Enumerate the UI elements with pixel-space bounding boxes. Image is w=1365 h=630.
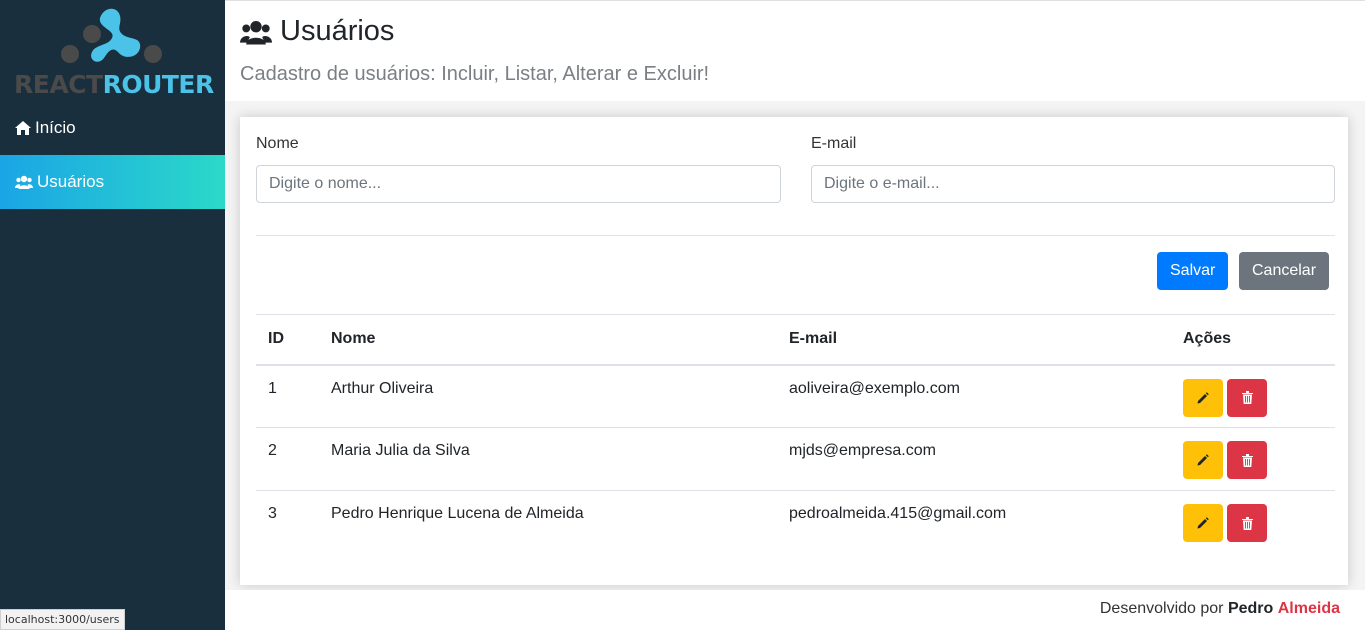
- save-button[interactable]: Salvar: [1157, 252, 1229, 290]
- cell-id: 1: [268, 379, 277, 397]
- delete-button[interactable]: [1227, 441, 1267, 479]
- page-header: Usuários Cadastro de usuários: Incluir, …: [225, 0, 1365, 101]
- trash-icon: [1241, 453, 1253, 467]
- name-input[interactable]: [256, 165, 781, 203]
- table-row: 3 Pedro Henrique Lucena de Almeida pedro…: [256, 490, 1335, 554]
- cell-email: aoliveira@exemplo.com: [789, 379, 960, 397]
- footer-first-name: Pedro: [1227, 600, 1274, 617]
- sidebar-item-label: Usuários: [37, 172, 105, 191]
- form-divider: [256, 235, 1335, 236]
- page-title-text: Usuários: [280, 15, 395, 47]
- sidebar-item-label: Início: [35, 118, 76, 137]
- delete-button[interactable]: [1227, 378, 1267, 417]
- sidebar-item-inicio[interactable]: Início: [0, 101, 225, 155]
- cell-email: mjds@empresa.com: [777, 427, 1171, 491]
- page-subtitle: Cadastro de usuários: Incluir, Listar, A…: [240, 63, 710, 85]
- edit-button[interactable]: [1183, 378, 1223, 417]
- name-label: Nome: [256, 135, 299, 152]
- home-icon: [15, 121, 31, 135]
- delete-button[interactable]: [1227, 504, 1267, 542]
- pencil-icon: [1197, 517, 1209, 529]
- pencil-icon: [1197, 391, 1209, 403]
- users-card: Nome E-mail Salvar Cancelar ID Nome E-ma…: [240, 117, 1348, 585]
- footer-last-name: Almeida: [1277, 600, 1340, 617]
- cell-actions: [1171, 427, 1335, 491]
- cell-name: Arthur Oliveira: [331, 379, 434, 397]
- edit-button[interactable]: [1183, 504, 1223, 542]
- email-label: E-mail: [811, 135, 857, 152]
- footer-prefix: Desenvolvido por: [1099, 600, 1224, 617]
- footer-credit: Desenvolvido por Pedro Almeida: [1100, 600, 1340, 618]
- browser-status-url: localhost:3000/users: [0, 609, 125, 630]
- cell-email: pedroalmeida.415@gmail.com: [777, 490, 1171, 554]
- email-input[interactable]: [811, 165, 1335, 203]
- column-header-id: ID: [256, 314, 319, 366]
- footer: Desenvolvido por Pedro Almeida: [225, 590, 1365, 630]
- main-content: Nome E-mail Salvar Cancelar ID Nome E-ma…: [225, 101, 1365, 590]
- cell-actions: [1171, 365, 1335, 428]
- cell-id: 2: [256, 427, 319, 491]
- cancel-button[interactable]: Cancelar: [1239, 252, 1330, 290]
- page-title: Usuários: [240, 15, 394, 48]
- table-header-row: ID Nome E-mail Ações: [256, 314, 1335, 366]
- logo-text: REACTROUTER: [14, 70, 214, 99]
- trash-icon: [1241, 391, 1253, 404]
- users-table: ID Nome E-mail Ações 1 Arthur Oliveira a…: [256, 314, 1335, 554]
- sidebar: REACTROUTER Início Usuários: [0, 0, 225, 630]
- logo[interactable]: REACTROUTER: [0, 0, 225, 101]
- cell-name: Maria Julia da Silva: [319, 427, 777, 491]
- column-header-actions: Ações: [1171, 314, 1335, 366]
- cell-actions: [1171, 490, 1335, 554]
- column-header-email: E-mail: [777, 314, 1171, 366]
- users-icon: [240, 20, 272, 44]
- sidebar-item-usuarios[interactable]: Usuários: [0, 155, 225, 209]
- cell-id: 3: [256, 490, 319, 554]
- trash-icon: [1241, 516, 1253, 530]
- cell-name: Pedro Henrique Lucena de Almeida: [319, 490, 777, 554]
- column-header-name: Nome: [319, 314, 777, 366]
- users-icon: [15, 175, 33, 189]
- table-row: 1 Arthur Oliveira aoliveira@exemplo.com: [256, 365, 1335, 428]
- pencil-icon: [1197, 454, 1209, 466]
- edit-button[interactable]: [1183, 441, 1223, 479]
- table-row: 2 Maria Julia da Silva mjds@empresa.com: [256, 427, 1335, 491]
